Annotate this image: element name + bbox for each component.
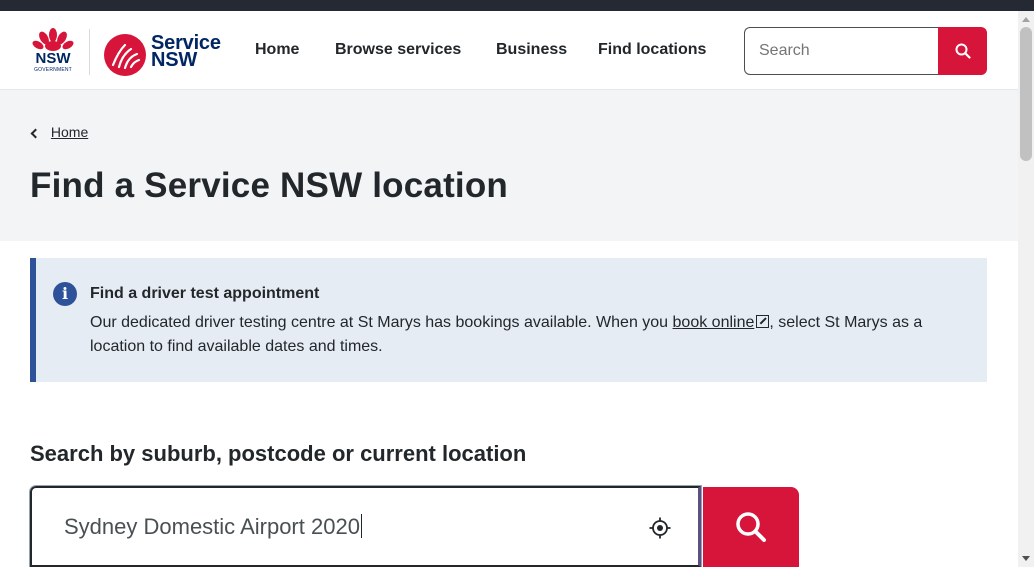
location-search-label: Search by suburb, postcode or current lo… <box>30 441 527 466</box>
scrollbar-thumb[interactable] <box>1020 27 1032 161</box>
scroll-up-arrow-icon[interactable] <box>1022 17 1030 22</box>
external-link-icon <box>756 315 770 328</box>
search-icon <box>736 512 766 542</box>
nsw-government-logo[interactable]: NSW GOVERNMENT <box>30 27 76 77</box>
site-search-button[interactable] <box>938 27 987 75</box>
book-online-link[interactable]: book online <box>673 314 755 331</box>
service-nsw-wordmark[interactable]: Service NSW <box>151 33 221 71</box>
site-search-input[interactable] <box>744 27 940 75</box>
logo-divider <box>89 29 90 75</box>
location-search-button[interactable] <box>703 487 799 567</box>
browser-top-strip <box>0 0 1034 11</box>
location-search-text: Sydney Domestic Airport 2020 <box>64 514 360 539</box>
info-callout: i Find a driver test appointment Our ded… <box>30 258 987 382</box>
scroll-down-arrow-icon[interactable] <box>1022 556 1030 561</box>
location-search-input[interactable]: Sydney Domestic Airport 2020 <box>29 485 702 567</box>
service-nsw-emblem-icon <box>104 34 146 76</box>
site-header: NSW GOVERNMENT Service NSW Home Browse s… <box>0 11 1018 90</box>
nav-find-locations[interactable]: Find locations <box>598 41 706 59</box>
breadcrumb: Home <box>30 124 88 140</box>
current-location-icon[interactable] <box>649 517 671 539</box>
text-caret <box>360 514 363 538</box>
callout-body-text-1: Our dedicated driver testing centre at S… <box>90 314 673 331</box>
logo-nsw-text: NSW <box>35 50 71 67</box>
info-icon: i <box>53 282 77 306</box>
page-hero: Home Find a Service NSW location <box>0 90 1018 241</box>
breadcrumb-home-link[interactable]: Home <box>51 124 88 140</box>
nav-business[interactable]: Business <box>496 41 567 59</box>
logo-government-text: GOVERNMENT <box>34 67 72 73</box>
nav-browse-services[interactable]: Browse services <box>335 41 461 59</box>
location-search-value: Sydney Domestic Airport 2020 <box>64 514 363 540</box>
chevron-left-icon <box>30 128 41 139</box>
service-nsw-logo-mark[interactable] <box>103 33 147 77</box>
search-icon <box>955 43 971 59</box>
callout-body: Our dedicated driver testing centre at S… <box>90 311 950 359</box>
callout-title: Find a driver test appointment <box>90 285 320 302</box>
page-scrollbar[interactable] <box>1018 11 1034 567</box>
wordmark-nsw: NSW <box>151 49 198 71</box>
nav-home[interactable]: Home <box>255 41 299 59</box>
page-title: Find a Service NSW location <box>30 166 509 205</box>
